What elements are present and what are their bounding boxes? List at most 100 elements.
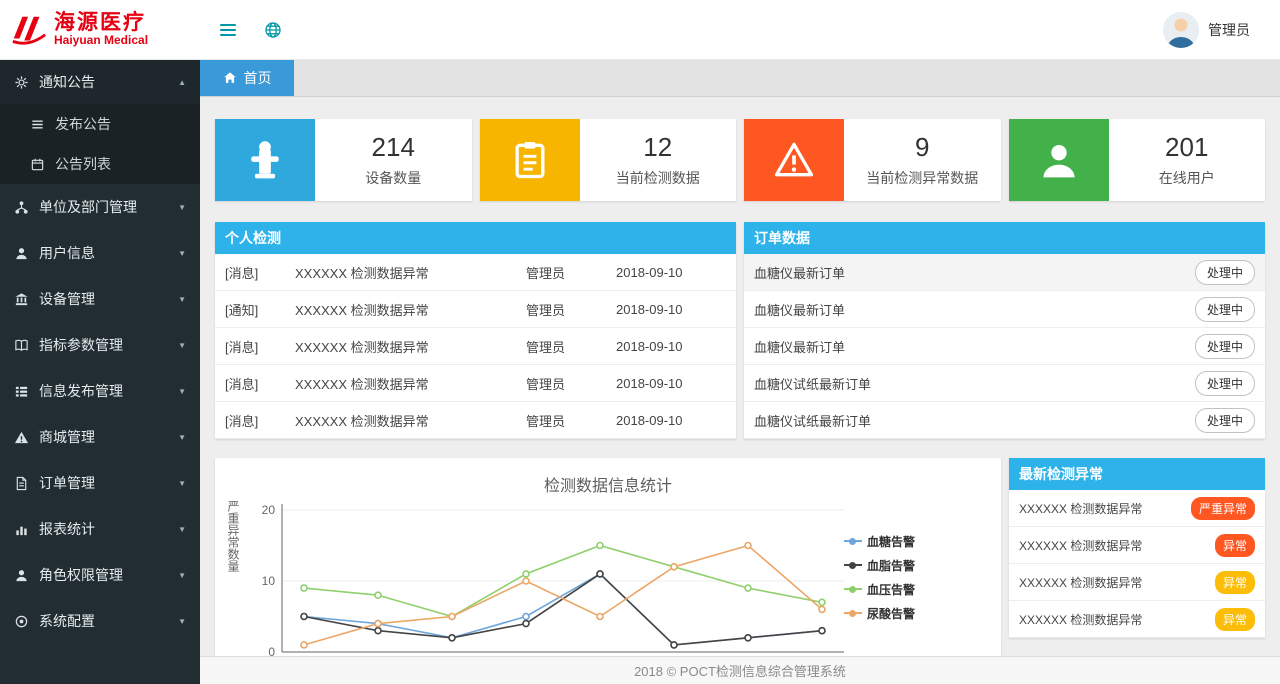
order-row: 血糖仪最新订单 处理中 xyxy=(744,291,1265,328)
stat-body: 214 设备数量 xyxy=(315,119,472,201)
sidebar-item-label: 设备管理 xyxy=(39,289,95,309)
home-icon xyxy=(223,71,237,85)
bank-icon xyxy=(14,292,29,307)
tab-home[interactable]: 首页 xyxy=(200,60,294,96)
sidebar-item-system-config[interactable]: 系统配置 ▼ xyxy=(0,598,200,644)
stat-card-online-users: 201 在线用户 xyxy=(1009,119,1266,201)
legend-marker-icon xyxy=(844,540,862,542)
chart-legend-item[interactable]: 血压告警 xyxy=(844,581,952,598)
order-text: 血糖仪试纸最新订单 xyxy=(754,411,871,430)
dot-circle-icon xyxy=(14,614,29,629)
tab-bar: 首页 xyxy=(200,60,1280,97)
order-status-button[interactable]: 处理中 xyxy=(1195,371,1255,396)
logo[interactable]: 海源医疗 Haiyuan Medical xyxy=(0,0,200,60)
message-user: 管理员 xyxy=(526,374,616,393)
stat-label: 设备数量 xyxy=(365,168,421,188)
message-date: 2018-09-10 xyxy=(616,302,726,317)
sidebar-item-label: 信息发布管理 xyxy=(39,381,123,401)
user-name: 管理员 xyxy=(1208,20,1250,40)
abnormal-text: XXXXXX 检测数据异常 xyxy=(1019,537,1142,554)
order-status-button[interactable]: 处理中 xyxy=(1195,408,1255,433)
sidebar-item-user-info[interactable]: 用户信息 ▼ xyxy=(0,230,200,276)
chevron-down-icon: ▼ xyxy=(178,341,186,350)
sidebar-item-mall-management[interactable]: 商城管理 ▼ xyxy=(0,414,200,460)
message-user: 管理员 xyxy=(526,300,616,319)
sidebar-submenu: 发布公告 公告列表 xyxy=(0,104,200,184)
message-date: 2018-09-10 xyxy=(616,265,726,280)
legend-label: 尿酸告警 xyxy=(867,605,915,622)
order-text: 血糖仪最新订单 xyxy=(754,300,845,319)
sidebar-subitem-publish-notice[interactable]: 发布公告 xyxy=(0,104,200,144)
chart-legend: 血糖告警血脂告警血压告警尿酸告警 xyxy=(844,500,952,668)
footer-text: 2018 © POCT检测信息综合管理系统 xyxy=(634,661,846,680)
bar-chart-icon xyxy=(14,522,29,537)
chevron-down-icon: ▼ xyxy=(178,295,186,304)
message-date: 2018-09-10 xyxy=(616,339,726,354)
sidebar-item-role-permission[interactable]: 角色权限管理 ▼ xyxy=(0,552,200,598)
sidebar-item-label: 用户信息 xyxy=(39,243,95,263)
sidebar-item-notice[interactable]: 通知公告 ▲ xyxy=(0,60,200,104)
order-status-button[interactable]: 处理中 xyxy=(1195,297,1255,322)
stat-body: 201 在线用户 xyxy=(1109,119,1266,201)
chevron-up-icon: ▲ xyxy=(178,78,186,87)
logo-title: 海源医疗 xyxy=(54,11,148,34)
sidebar-item-indicator-params[interactable]: 指标参数管理 ▼ xyxy=(0,322,200,368)
chart-area: 严重异常数量 01020 血糖告警血脂告警血压告警尿酸告警 xyxy=(215,500,1001,668)
topbar-actions xyxy=(200,20,282,40)
globe-icon[interactable] xyxy=(264,21,282,39)
stat-value: 12 xyxy=(643,132,672,163)
message-text: XXXXXX 检测数据异常 xyxy=(295,411,526,430)
order-row: 血糖仪试纸最新订单 处理中 xyxy=(744,402,1265,439)
sidebar-subitem-label: 公告列表 xyxy=(55,154,111,174)
chart-legend-item[interactable]: 血脂告警 xyxy=(844,557,952,574)
sidebar-item-info-publish[interactable]: 信息发布管理 ▼ xyxy=(0,368,200,414)
message-text: XXXXXX 检测数据异常 xyxy=(295,300,526,319)
abnormal-text: XXXXXX 检测数据异常 xyxy=(1019,574,1142,591)
logo-text: 海源医疗 Haiyuan Medical xyxy=(54,11,148,47)
sidebar: 通知公告 ▲ 发布公告 公告列表 xyxy=(0,60,200,684)
abnormal-row: XXXXXX 检测数据异常 严重异常 xyxy=(1009,490,1265,527)
panel-title: 个人检测 xyxy=(215,222,736,254)
avatar xyxy=(1163,12,1199,48)
order-status-button[interactable]: 处理中 xyxy=(1195,260,1255,285)
chart-legend-item[interactable]: 尿酸告警 xyxy=(844,605,952,622)
sidebar-item-device-management[interactable]: 设备管理 ▼ xyxy=(0,276,200,322)
sidebar-item-order-management[interactable]: 订单管理 ▼ xyxy=(0,460,200,506)
legend-marker-icon xyxy=(844,612,862,614)
chevron-down-icon: ▼ xyxy=(178,433,186,442)
sidebar-item-org-management[interactable]: 单位及部门管理 ▼ xyxy=(0,184,200,230)
chevron-down-icon: ▼ xyxy=(178,387,186,396)
severity-badge: 异常 xyxy=(1215,608,1255,631)
panel-title: 最新检测异常 xyxy=(1009,458,1265,490)
order-row: 血糖仪试纸最新订单 处理中 xyxy=(744,365,1265,402)
legend-marker-icon xyxy=(844,588,862,590)
order-status-button[interactable]: 处理中 xyxy=(1195,334,1255,359)
message-date: 2018-09-10 xyxy=(616,413,726,428)
abnormal-row: XXXXXX 检测数据异常 异常 xyxy=(1009,527,1265,564)
message-tag: [消息] xyxy=(225,374,295,393)
order-row: 血糖仪最新订单 处理中 xyxy=(744,328,1265,365)
sidebar-item-label: 商城管理 xyxy=(39,427,95,447)
abnormal-row: XXXXXX 检测数据异常 异常 xyxy=(1009,564,1265,601)
chart-legend-item[interactable]: 血糖告警 xyxy=(844,533,952,550)
warning-icon xyxy=(14,430,29,445)
abnormal-row: XXXXXX 检测数据异常 异常 xyxy=(1009,601,1265,638)
sidebar-subitem-notice-list[interactable]: 公告列表 xyxy=(0,144,200,184)
clipboard-icon xyxy=(480,119,580,201)
chevron-down-icon: ▼ xyxy=(178,479,186,488)
page-footer: 2018 © POCT检测信息综合管理系统 xyxy=(200,656,1280,684)
message-tag: [消息] xyxy=(225,263,295,282)
sidebar-item-label: 报表统计 xyxy=(39,519,95,539)
sidebar-item-report-stats[interactable]: 报表统计 ▼ xyxy=(0,506,200,552)
logo-mark-icon xyxy=(10,13,48,47)
severity-badge: 异常 xyxy=(1215,571,1255,594)
dashboard-content: 214 设备数量 12 当前检测数据 xyxy=(200,97,1280,668)
message-user: 管理员 xyxy=(526,263,616,282)
file-icon xyxy=(14,476,29,491)
sidebar-toggle-icon[interactable] xyxy=(216,20,240,40)
latest-abnormal-panel: 最新检测异常 XXXXXX 检测数据异常 严重异常 XXXXXX 检测数据异常 … xyxy=(1009,458,1265,638)
message-text: XXXXXX 检测数据异常 xyxy=(295,263,526,282)
order-text: 血糖仪试纸最新订单 xyxy=(754,374,871,393)
user-menu[interactable]: 管理员 xyxy=(1163,12,1280,48)
book-icon xyxy=(14,338,29,353)
